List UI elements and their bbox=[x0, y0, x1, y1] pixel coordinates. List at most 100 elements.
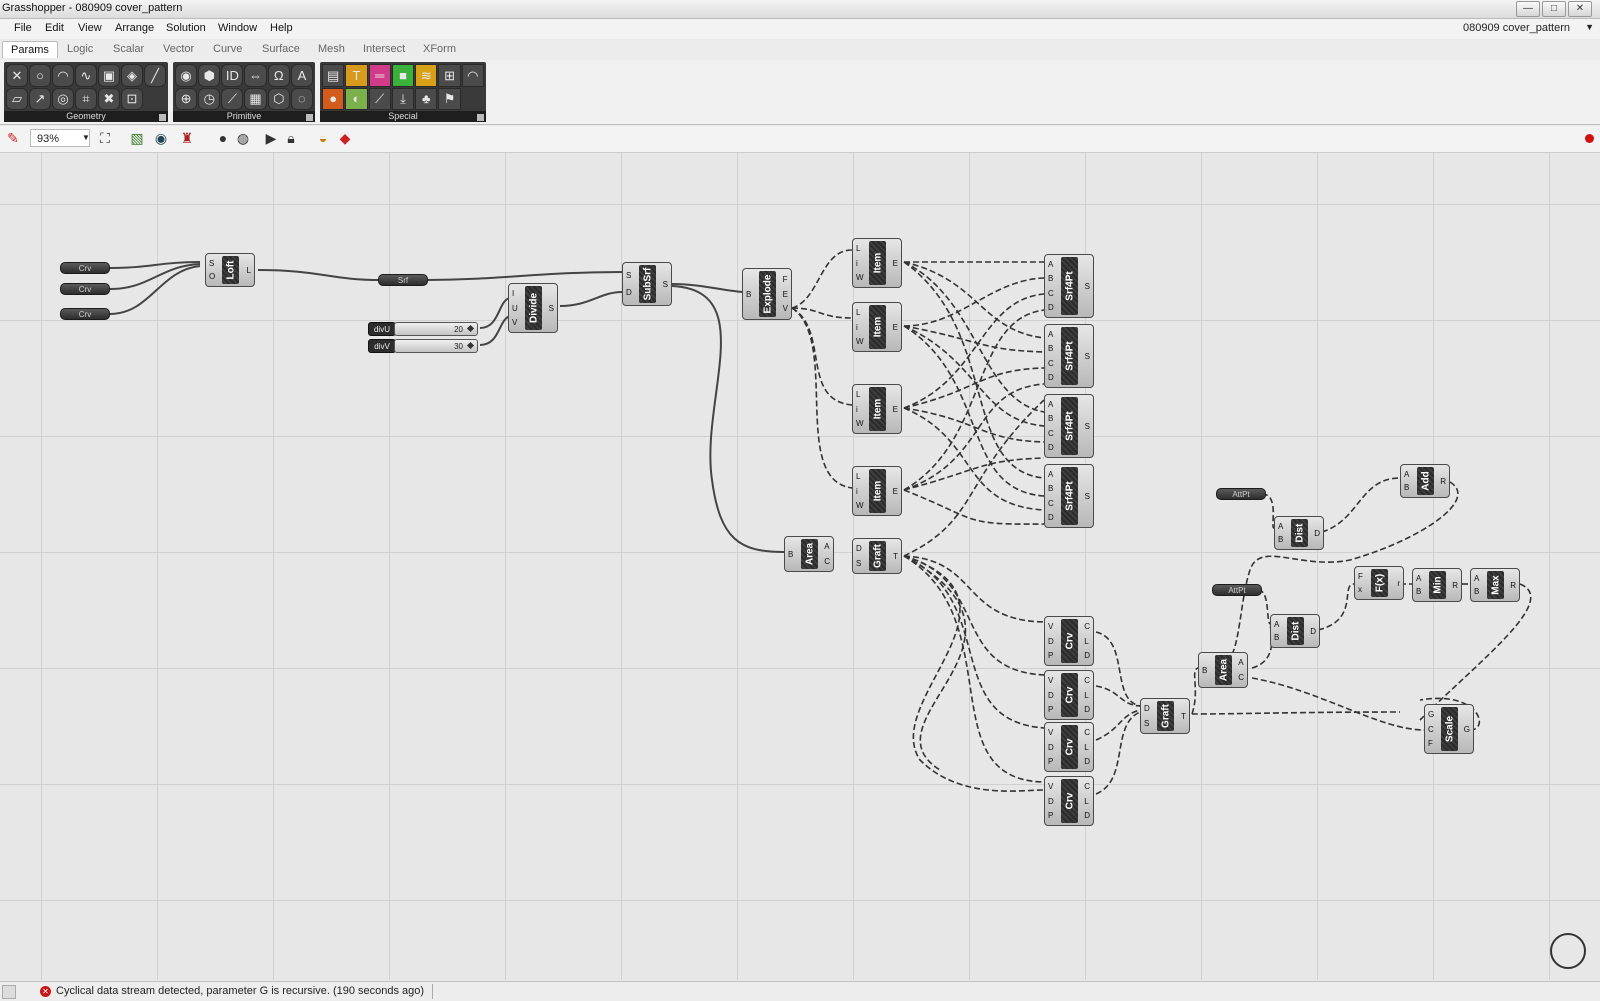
output-port[interactable]: C bbox=[1084, 782, 1090, 791]
domain-icon[interactable]: ⟋ bbox=[221, 87, 244, 110]
input-port[interactable]: A bbox=[1416, 574, 1421, 583]
expand-icon[interactable] bbox=[159, 114, 166, 121]
input-port[interactable]: A bbox=[1474, 574, 1479, 583]
number-icon[interactable]: ⬢ bbox=[198, 64, 221, 87]
menu-file[interactable]: File bbox=[14, 22, 32, 34]
tab-curve[interactable]: Curve bbox=[213, 43, 242, 55]
input-port[interactable]: L bbox=[856, 244, 864, 253]
slider-icon[interactable]: ═ bbox=[368, 64, 391, 87]
input-port[interactable]: D bbox=[626, 288, 632, 297]
canvas-widget-icon[interactable] bbox=[1550, 933, 1586, 969]
chevron-down-icon[interactable]: ▼ bbox=[1585, 22, 1594, 32]
input-port[interactable]: i bbox=[856, 405, 864, 414]
menu-view[interactable]: View bbox=[78, 22, 102, 34]
colorwheel-icon[interactable]: ● bbox=[322, 87, 345, 110]
output-port[interactable]: C bbox=[824, 557, 830, 566]
input-port[interactable]: V bbox=[1048, 676, 1054, 685]
input-port[interactable]: D bbox=[1048, 513, 1054, 522]
input-port[interactable]: G bbox=[1428, 710, 1434, 719]
output-port[interactable]: E bbox=[783, 290, 788, 299]
input-port[interactable]: D bbox=[1048, 373, 1054, 382]
input-port[interactable]: A bbox=[1274, 620, 1279, 629]
curve-param[interactable]: Crv bbox=[60, 308, 110, 320]
input-port[interactable]: B bbox=[1048, 274, 1054, 283]
input-port[interactable]: A bbox=[1048, 470, 1054, 479]
input-port[interactable]: C bbox=[1048, 289, 1054, 298]
shader-icon[interactable]: ⊕ bbox=[175, 87, 198, 110]
menu-solution[interactable]: Solution bbox=[166, 22, 206, 34]
boolean-icon[interactable]: ◉ bbox=[175, 64, 198, 87]
input-port[interactable]: D bbox=[1048, 743, 1054, 752]
attractor-point-param[interactable]: AttPt bbox=[1216, 488, 1266, 500]
output-port[interactable]: E bbox=[893, 323, 898, 332]
input-port[interactable]: B bbox=[746, 290, 751, 299]
component-scale[interactable]: GCF Scale G bbox=[1424, 704, 1474, 754]
field-icon[interactable]: ⊡ bbox=[121, 87, 143, 110]
component-divide[interactable]: IUV Divide S bbox=[508, 283, 558, 333]
output-port[interactable]: R bbox=[1510, 581, 1516, 590]
tab-xform[interactable]: XForm bbox=[423, 43, 456, 55]
output-port[interactable]: A bbox=[824, 542, 830, 551]
output-port[interactable]: G bbox=[1464, 725, 1470, 734]
input-port[interactable]: B bbox=[1048, 484, 1054, 493]
input-port[interactable]: C bbox=[1048, 359, 1054, 368]
input-port[interactable]: C bbox=[1048, 499, 1054, 508]
menu-window[interactable]: Window bbox=[218, 22, 257, 34]
brep-icon[interactable]: ◈ bbox=[121, 64, 143, 87]
output-port[interactable]: A bbox=[1238, 658, 1244, 667]
input-port[interactable]: L bbox=[856, 390, 864, 399]
string-icon[interactable]: Ω bbox=[267, 64, 290, 87]
cluster-icon[interactable]: ◒ bbox=[314, 130, 332, 146]
input-port[interactable]: i bbox=[856, 259, 864, 268]
input-port[interactable]: P bbox=[1048, 705, 1054, 714]
component-explode[interactable]: B Explode FEV bbox=[742, 268, 792, 320]
input-port[interactable]: S bbox=[209, 259, 215, 268]
slider-divu[interactable]: divU 20 bbox=[368, 322, 480, 336]
surface-icon[interactable]: ◎ bbox=[52, 87, 74, 110]
output-port[interactable]: S bbox=[549, 304, 554, 313]
solve-icon[interactable]: ▶ bbox=[262, 130, 280, 146]
close-button[interactable]: ✕ bbox=[1568, 1, 1592, 17]
expand-icon[interactable] bbox=[477, 114, 484, 121]
component-distance[interactable]: AB Dist D bbox=[1270, 614, 1320, 648]
component-function[interactable]: Fx F(x) r bbox=[1354, 566, 1404, 600]
slider-track[interactable]: 20 bbox=[394, 322, 478, 336]
arc-icon[interactable]: ◠ bbox=[52, 64, 74, 87]
input-port[interactable]: B bbox=[1048, 414, 1054, 423]
menu-help[interactable]: Help bbox=[270, 22, 293, 34]
component-srf4pt[interactable]: ABCD Srf4Pt S bbox=[1044, 324, 1094, 388]
tab-mesh[interactable]: Mesh bbox=[318, 43, 345, 55]
status-grip-icon[interactable] bbox=[2, 985, 16, 999]
flag-icon[interactable]: ⚑ bbox=[438, 87, 461, 110]
input-port[interactable]: C bbox=[1048, 429, 1054, 438]
preview-mode-icon[interactable]: ♜ bbox=[178, 130, 196, 146]
input-port[interactable]: D bbox=[1048, 303, 1054, 312]
point-icon[interactable]: ✕ bbox=[6, 64, 28, 87]
component-subsrf[interactable]: SD SubSrf S bbox=[622, 262, 672, 306]
component-list-item[interactable]: LiW Item E bbox=[852, 384, 902, 434]
input-port[interactable]: C bbox=[1428, 725, 1434, 734]
zoom-dropdown-icon[interactable]: ▼ bbox=[82, 133, 90, 142]
integer-icon[interactable]: ⇔ bbox=[244, 64, 267, 87]
output-port[interactable]: E bbox=[893, 405, 898, 414]
component-srf4pt[interactable]: ABCD Srf4Pt S bbox=[1044, 254, 1094, 318]
output-port[interactable]: L bbox=[1084, 797, 1090, 806]
output-port[interactable]: T bbox=[893, 552, 898, 561]
input-port[interactable]: W bbox=[856, 273, 864, 282]
generic-icon[interactable]: ◌ bbox=[290, 87, 313, 110]
input-port[interactable]: D bbox=[1048, 637, 1054, 646]
matrix-icon[interactable]: ▦ bbox=[244, 87, 267, 110]
input-port[interactable]: S bbox=[856, 559, 862, 568]
output-port[interactable]: C bbox=[1238, 673, 1244, 682]
input-port[interactable]: D bbox=[1048, 443, 1054, 452]
bake-icon[interactable]: ● bbox=[214, 130, 232, 146]
input-port[interactable]: D bbox=[1048, 797, 1054, 806]
output-port[interactable]: S bbox=[1085, 422, 1090, 431]
input-port[interactable]: F bbox=[1358, 572, 1363, 581]
input-port[interactable]: x bbox=[1358, 585, 1363, 594]
input-port[interactable]: V bbox=[1048, 622, 1054, 631]
swatch-icon[interactable]: ■ bbox=[391, 64, 415, 87]
output-port[interactable]: D bbox=[1084, 757, 1090, 766]
mesh-icon[interactable]: ⌗ bbox=[75, 87, 97, 110]
input-port[interactable]: P bbox=[1048, 811, 1054, 820]
